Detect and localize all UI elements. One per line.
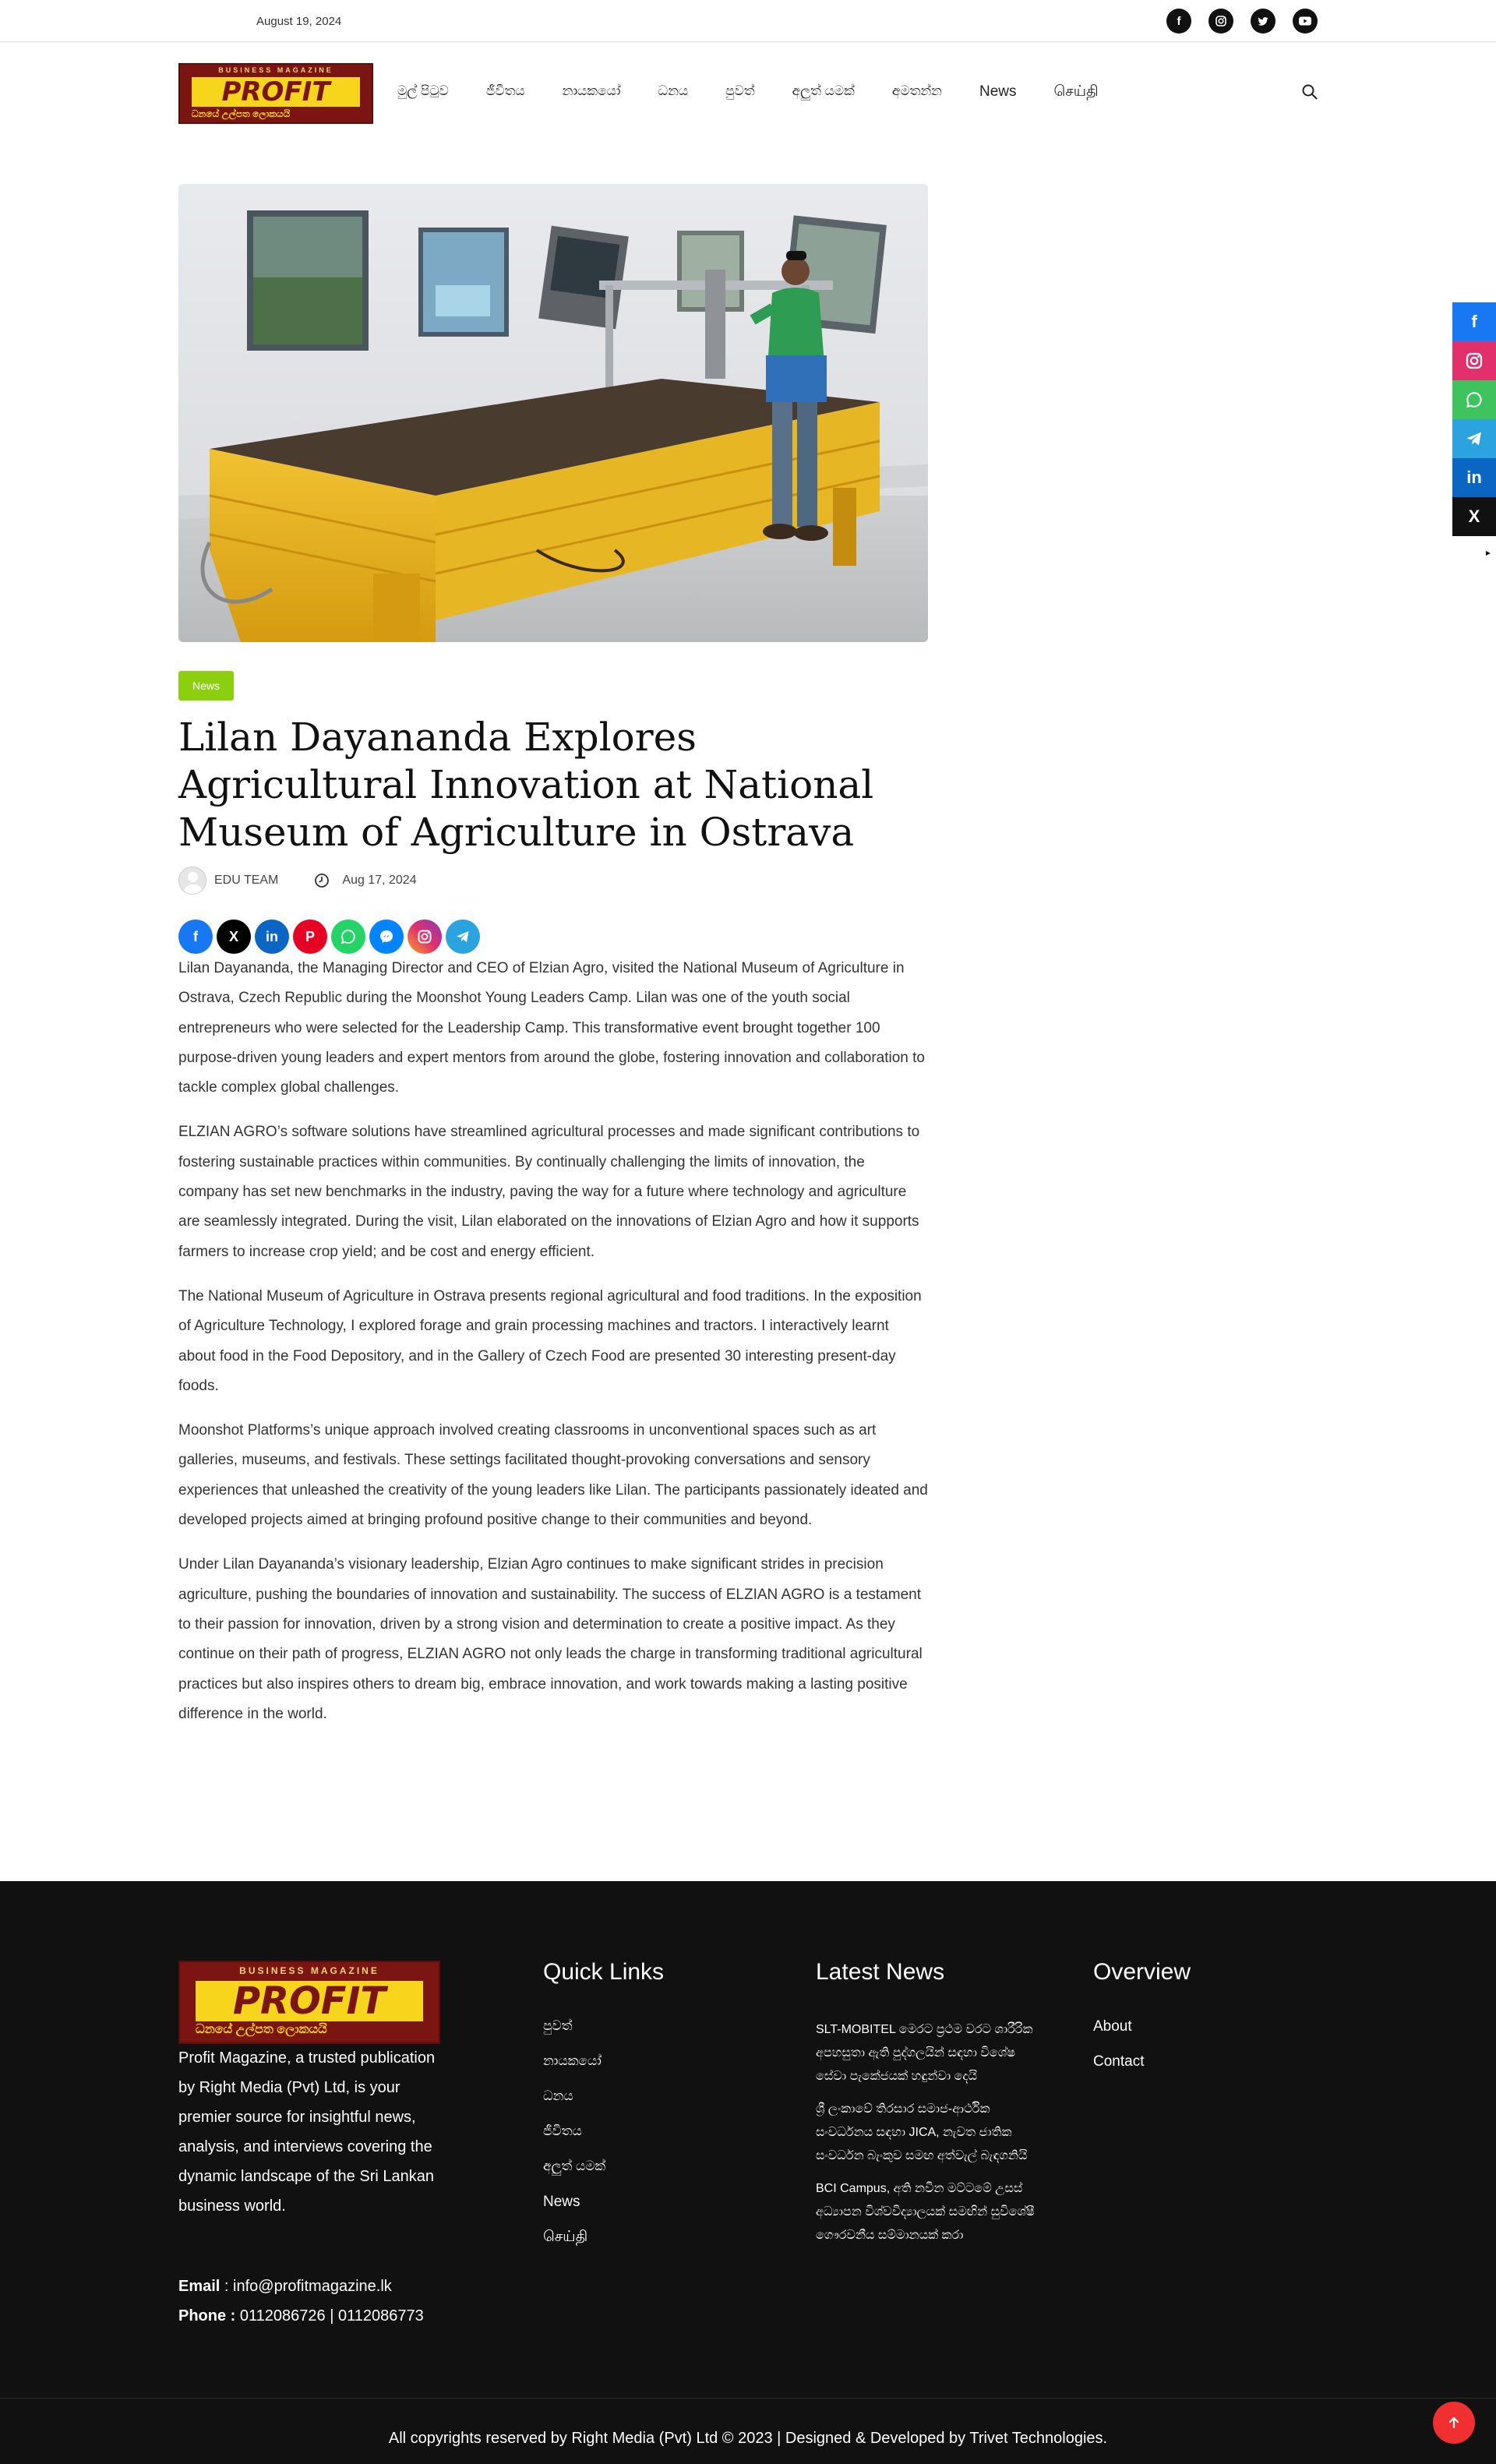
featured-image — [178, 184, 928, 642]
nav-item-something-new[interactable]: අලුත් යමක් — [792, 83, 855, 102]
facebook-icon[interactable]: f — [1166, 9, 1191, 34]
logo-tagline: BUSINESS MAGAZINE — [239, 1965, 379, 1976]
latest-news-item[interactable]: BCI Campus, අති නවීන මට්ටමේ උසස් අධ්‍යාප… — [816, 2177, 1042, 2247]
quick-links-title: Quick Links — [543, 1959, 665, 1985]
article-paragraph: Lilan Dayananda, the Managing Director a… — [178, 960, 925, 1096]
header-social-links: f — [1166, 9, 1318, 34]
latest-news-title: Latest News — [816, 1959, 945, 1985]
nav-item-news-ta[interactable]: செய்தி — [1054, 83, 1099, 102]
nav-item-leaders[interactable]: නායකයෝ — [563, 83, 621, 102]
quick-link-life[interactable]: ජීවිතය — [543, 2123, 605, 2159]
x-icon[interactable]: X — [1452, 497, 1496, 536]
twitter-icon[interactable] — [1251, 9, 1275, 34]
nav-item-news[interactable]: News — [979, 83, 1017, 102]
overview-title: Overview — [1093, 1959, 1191, 1985]
email-value[interactable]: : info@profitmagazine.lk — [220, 2278, 392, 2295]
logo-wordmark: PROFIT — [191, 77, 361, 107]
latest-news-item[interactable]: ශ්‍රී ලංකාවේ තිරසාර සමාජ-ආර්ථික සංවර්ධනය… — [816, 2098, 1042, 2168]
site-header: BUSINESS MAGAZINE PROFIT ධනයේ උල්පත ලොකය… — [0, 43, 1496, 144]
current-date: August 19, 2024 — [256, 15, 342, 28]
nav-item-contact[interactable]: අමතන්න — [892, 83, 942, 102]
quick-link-news-si[interactable]: පුවත් — [543, 2018, 605, 2053]
collapse-share-icon[interactable] — [1484, 549, 1492, 557]
copyright-text: All copyrights reserved by Right Media (… — [388, 2430, 1108, 2447]
pinterest-icon[interactable]: P — [293, 920, 327, 954]
floating-share-bar: f in X — [1452, 302, 1496, 536]
email-label: Email — [178, 2278, 221, 2295]
quick-link-news[interactable]: News — [543, 2194, 605, 2229]
article-title: Lilan Dayananda Explores Agricultural In… — [178, 715, 874, 855]
latest-news-list: SLT-MOBITEL මෙරට ප්‍රථම වරට ශාරීරික අපහස… — [816, 2018, 1042, 2257]
footer-link-about[interactable]: About — [1093, 2018, 1144, 2053]
nav-item-home[interactable]: මුල් පිටුව — [397, 83, 449, 102]
logo-subtext: ධනයේ උල්පත ලොකයයි — [195, 2023, 327, 2036]
facebook-icon[interactable]: f — [1452, 302, 1496, 341]
site-footer: BUSINESS MAGAZINE PROFIT ධනයේ උල්පත ලොකය… — [0, 1881, 1496, 2464]
logo-subtext: ධනයේ උල්පත ලොකයයි — [191, 108, 291, 119]
messenger-icon[interactable] — [369, 920, 404, 954]
nav-item-wealth[interactable]: ධනය — [658, 83, 688, 102]
youtube-icon[interactable] — [1293, 9, 1318, 34]
arrow-up-icon — [1448, 2416, 1459, 2429]
instagram-icon[interactable] — [408, 920, 442, 954]
latest-news-item[interactable]: SLT-MOBITEL මෙරට ප්‍රථම වරට ශාරීරික අපහස… — [816, 2018, 1042, 2088]
article-meta: EDU TEAM Aug 17, 2024 — [178, 865, 417, 896]
whatsapp-icon[interactable] — [1452, 380, 1496, 419]
quick-links-list: පුවත් නායකයෝ ධනය ජීවිතය අලුත් යමක් News … — [543, 2018, 605, 2264]
instagram-icon[interactable] — [1452, 341, 1496, 380]
share-buttons: f X in P — [178, 920, 480, 954]
logo-wordmark: PROFIT — [195, 1981, 424, 2021]
footer-email: Email : info@profitmagazine.lk — [178, 2278, 392, 2296]
footer-link-contact[interactable]: Contact — [1093, 2053, 1144, 2088]
article-paragraph: ELZIAN AGRO’s software solutions have st… — [178, 1124, 920, 1260]
author-avatar[interactable] — [178, 867, 206, 895]
site-logo[interactable]: BUSINESS MAGAZINE PROFIT ධනයේ උල්පත ලොකය… — [178, 63, 373, 124]
phone-value[interactable]: 0112086726 | 0112086773 — [235, 2307, 424, 2325]
article-paragraph: The National Museum of Agriculture in Os… — [178, 1287, 922, 1394]
back-to-top-button[interactable] — [1433, 2402, 1475, 2444]
linkedin-icon[interactable]: in — [1452, 458, 1496, 497]
quick-link-leaders[interactable]: නායකයෝ — [543, 2053, 605, 2088]
logo-tagline: BUSINESS MAGAZINE — [218, 66, 333, 74]
phone-label: Phone : — [178, 2307, 236, 2325]
article-body: Lilan Dayananda, the Managing Director a… — [178, 954, 928, 1744]
category-tag[interactable]: News — [178, 671, 234, 701]
footer-logo[interactable]: BUSINESS MAGAZINE PROFIT ධනයේ උල්පත ලොකය… — [178, 1961, 440, 2044]
overview-list: About Contact — [1093, 2018, 1144, 2088]
footer-about-text: Profit Magazine, a trusted publication b… — [178, 2049, 436, 2215]
x-icon[interactable]: X — [217, 920, 251, 954]
quick-link-news-ta[interactable]: செய்தி — [543, 2229, 605, 2264]
clock-icon — [315, 874, 330, 888]
facebook-icon[interactable]: f — [178, 920, 213, 954]
main-nav: මුල් පිටුව ජීවිතය නායකයෝ ධනය පුවත් අලුත්… — [397, 83, 1136, 102]
quick-link-something-new[interactable]: අලුත් යමක් — [543, 2159, 605, 2194]
top-bar: August 19, 2024 f — [0, 0, 1496, 42]
nav-item-news-si[interactable]: පුවත් — [725, 83, 755, 102]
footer-phone: Phone : 0112086726 | 0112086773 — [178, 2307, 424, 2325]
author-name[interactable]: EDU TEAM — [214, 874, 278, 888]
search-icon[interactable] — [1301, 83, 1318, 101]
quick-link-wealth[interactable]: ධනය — [543, 2088, 605, 2123]
telegram-icon[interactable] — [446, 920, 480, 954]
article-paragraph: Under Lilan Dayananda’s visionary leader… — [178, 1556, 923, 1722]
whatsapp-icon[interactable] — [331, 920, 365, 954]
footer-divider — [0, 2398, 1496, 2399]
telegram-icon[interactable] — [1452, 419, 1496, 458]
instagram-icon[interactable] — [1208, 9, 1233, 34]
linkedin-icon[interactable]: in — [255, 920, 289, 954]
publish-date: Aug 17, 2024 — [342, 874, 417, 887]
article-paragraph: Moonshot Platforms’s unique approach inv… — [178, 1422, 928, 1529]
nav-item-life[interactable]: ජීවිතය — [486, 83, 525, 102]
